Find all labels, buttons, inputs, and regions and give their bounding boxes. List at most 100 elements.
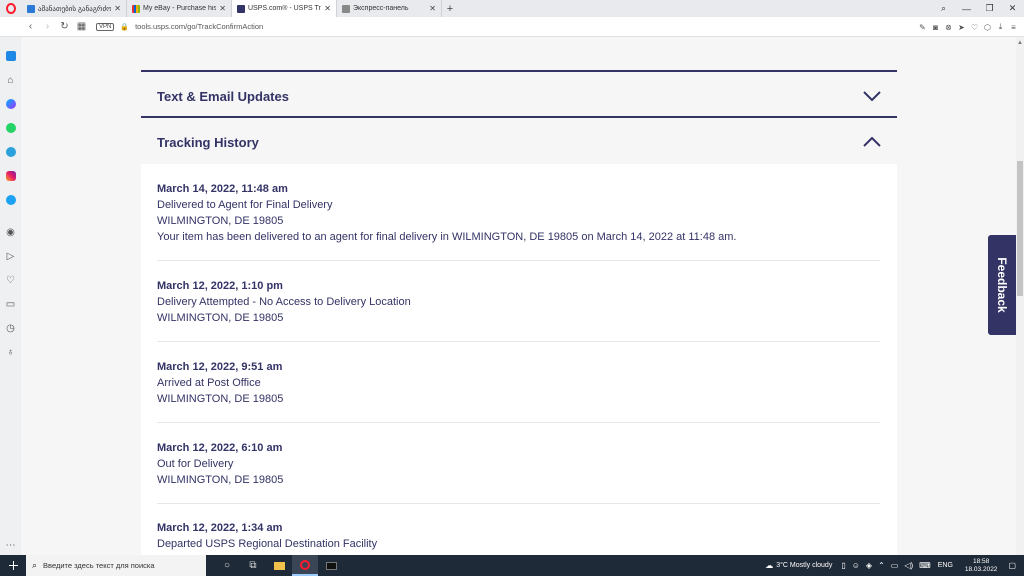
- event-status: Arrived at Post Office: [157, 377, 261, 389]
- clock[interactable]: 18:58 18.03.2022: [965, 558, 998, 574]
- language-indicator[interactable]: ENG: [938, 562, 953, 569]
- tracking-history-section[interactable]: Tracking History: [141, 116, 897, 164]
- opera-sidebar: ⌂ ◉ ▷ ♡ ▭ ◷ ♁ ⋯: [0, 37, 21, 555]
- block-icon[interactable]: ⊗: [942, 23, 955, 32]
- search-icon: ⌕: [32, 560, 38, 570]
- browser-tab-2[interactable]: My eBay - Purchase history ✕: [127, 0, 232, 17]
- messenger-icon[interactable]: [0, 92, 21, 116]
- browser-tab-4[interactable]: Экспресс-панель ✕: [337, 0, 442, 17]
- restore-icon[interactable]: ❐: [978, 3, 1001, 14]
- terminal-icon[interactable]: [318, 555, 344, 576]
- scrollbar-thumb[interactable]: [1017, 161, 1023, 296]
- event-status: Delivery Attempted - No Access to Delive…: [157, 296, 411, 308]
- battery-icon[interactable]: ▯: [841, 561, 845, 570]
- more-icon[interactable]: ⋯: [0, 540, 21, 551]
- tracking-event: March 12, 2022, 6:10 am Out for Delivery…: [157, 440, 880, 504]
- snapshot-icon[interactable]: ▭: [0, 292, 21, 316]
- menu-icon[interactable]: ≡: [1007, 23, 1020, 32]
- address-bar: ‹ › ↻ ▦ VPN 🔒 tools.usps.com/go/TrackCon…: [0, 17, 1024, 37]
- lock-icon[interactable]: 🔒: [120, 23, 129, 31]
- speed-dial-icon[interactable]: [0, 44, 21, 68]
- whatsapp-icon[interactable]: [0, 116, 21, 140]
- close-tab-icon[interactable]: ✕: [429, 4, 436, 13]
- telegram-icon[interactable]: [0, 140, 21, 164]
- weather-cloud-icon: ☁: [765, 561, 774, 570]
- page-scrollbar[interactable]: ▲: [1016, 37, 1024, 555]
- usps-page: Text & Email Updates Tracking History Ma…: [21, 37, 1016, 555]
- shield-icon[interactable]: ◈: [866, 561, 872, 570]
- event-location: WILMINGTON, DE 19805: [157, 215, 284, 227]
- event-datetime: March 12, 2022, 1:34 am: [157, 522, 283, 534]
- url-field[interactable]: tools.usps.com/go/TrackConfirmAction: [135, 22, 263, 31]
- search-placeholder: Введите здесь текст для поиска: [43, 561, 155, 570]
- email-updates-title: Text & Email Updates: [157, 89, 289, 104]
- twitter-icon[interactable]: [0, 188, 21, 212]
- chevron-up-icon[interactable]: ⌃: [878, 561, 885, 570]
- browser-tab-1[interactable]: ამანათების განაგრძობ... ✕: [22, 0, 127, 17]
- tab-title: My eBay - Purchase history: [143, 5, 217, 12]
- taskbar-search[interactable]: ⌕ Введите здесь текст для поиска: [26, 555, 206, 576]
- weather-text[interactable]: 3°C Mostly cloudy: [776, 562, 832, 569]
- close-tab-icon[interactable]: ✕: [114, 4, 121, 13]
- reload-icon[interactable]: ↻: [56, 21, 73, 32]
- tips-icon[interactable]: ♁: [0, 340, 21, 364]
- cortana-icon[interactable]: ○: [214, 555, 240, 576]
- opera-taskbar-icon[interactable]: [292, 555, 318, 576]
- edit-icon[interactable]: ✎: [916, 23, 929, 32]
- instagram-icon[interactable]: [0, 164, 21, 188]
- volume-icon[interactable]: ◁): [904, 561, 913, 570]
- tracking-event: March 12, 2022, 9:51 am Arrived at Post …: [157, 359, 880, 423]
- file-explorer-icon[interactable]: [266, 555, 292, 576]
- back-icon[interactable]: ‹: [22, 21, 39, 32]
- tracking-event: March 12, 2022, 1:34 am Departed USPS Re…: [157, 520, 880, 555]
- new-tab-button[interactable]: +: [442, 3, 458, 15]
- forward-icon[interactable]: ›: [39, 21, 56, 32]
- tracking-event: March 12, 2022, 1:10 pm Delivery Attempt…: [157, 278, 880, 342]
- event-detail: Your item has been delivered to an agent…: [157, 231, 737, 243]
- event-datetime: March 14, 2022, 11:48 am: [157, 183, 288, 195]
- chevron-up-icon[interactable]: [863, 136, 881, 148]
- bookmarks-icon[interactable]: ♡: [0, 268, 21, 292]
- address-bar-tools: ✎ ◙ ⊗ ➤ ♡ ⬡ ⤓ ≡: [916, 17, 1020, 37]
- heart-icon[interactable]: ♡: [968, 23, 981, 32]
- tracking-history-list: March 14, 2022, 11:48 am Delivered to Ag…: [141, 164, 897, 555]
- tabs-grid-icon[interactable]: ▦: [73, 21, 90, 32]
- tab-title: ამანათების განაგრძობ...: [38, 5, 112, 13]
- start-button[interactable]: [0, 555, 26, 576]
- tab-favicon-icon: [27, 4, 35, 13]
- tracking-history-title: Tracking History: [157, 135, 259, 150]
- date: 18.03.2022: [964, 565, 998, 573]
- email-updates-section[interactable]: Text & Email Updates: [141, 70, 897, 118]
- close-window-icon[interactable]: ✕: [1001, 3, 1024, 14]
- close-tab-icon[interactable]: ✕: [324, 4, 331, 13]
- vpn-badge[interactable]: VPN: [96, 22, 115, 31]
- people-icon[interactable]: ☺: [852, 561, 860, 570]
- cube-icon[interactable]: ⬡: [981, 23, 994, 32]
- feedback-button[interactable]: Feedback: [988, 235, 1016, 335]
- notifications-icon[interactable]: ▢: [1008, 561, 1016, 570]
- keyboard-icon[interactable]: ⌨: [919, 561, 931, 570]
- chevron-down-icon[interactable]: [863, 90, 881, 102]
- send-icon[interactable]: ➤: [955, 23, 968, 32]
- close-tab-icon[interactable]: ✕: [219, 4, 226, 13]
- usps-favicon-icon: [237, 4, 245, 13]
- search-tabs-icon[interactable]: ⌕: [932, 3, 955, 14]
- tab-title: USPS.com® - USPS Tracking: [248, 5, 321, 12]
- history-icon[interactable]: ◷: [0, 316, 21, 340]
- send-icon[interactable]: ▷: [0, 244, 21, 268]
- download-icon[interactable]: ⤓: [994, 22, 1007, 32]
- camera-icon[interactable]: ◙: [929, 23, 942, 32]
- opera-menu-icon[interactable]: [0, 0, 22, 17]
- player-icon[interactable]: ◉: [0, 220, 21, 244]
- event-location: WILMINGTON, DE 19805: [157, 474, 284, 486]
- scroll-up-icon[interactable]: ▲: [1016, 40, 1024, 46]
- windows-taskbar: ⌕ Введите здесь текст для поиска ○ ⧉ ☁ 3…: [0, 555, 1024, 576]
- time: 18:58: [973, 557, 990, 565]
- browser-tab-3-active[interactable]: USPS.com® - USPS Tracking ✕: [232, 0, 337, 17]
- home-icon[interactable]: ⌂: [0, 68, 21, 92]
- event-status: Departed USPS Regional Destination Facil…: [157, 538, 378, 550]
- network-icon[interactable]: ▭: [891, 561, 899, 570]
- minimize-icon[interactable]: —: [955, 4, 978, 14]
- task-view-icon[interactable]: ⧉: [240, 555, 266, 576]
- speed-dial-favicon-icon: [342, 4, 350, 13]
